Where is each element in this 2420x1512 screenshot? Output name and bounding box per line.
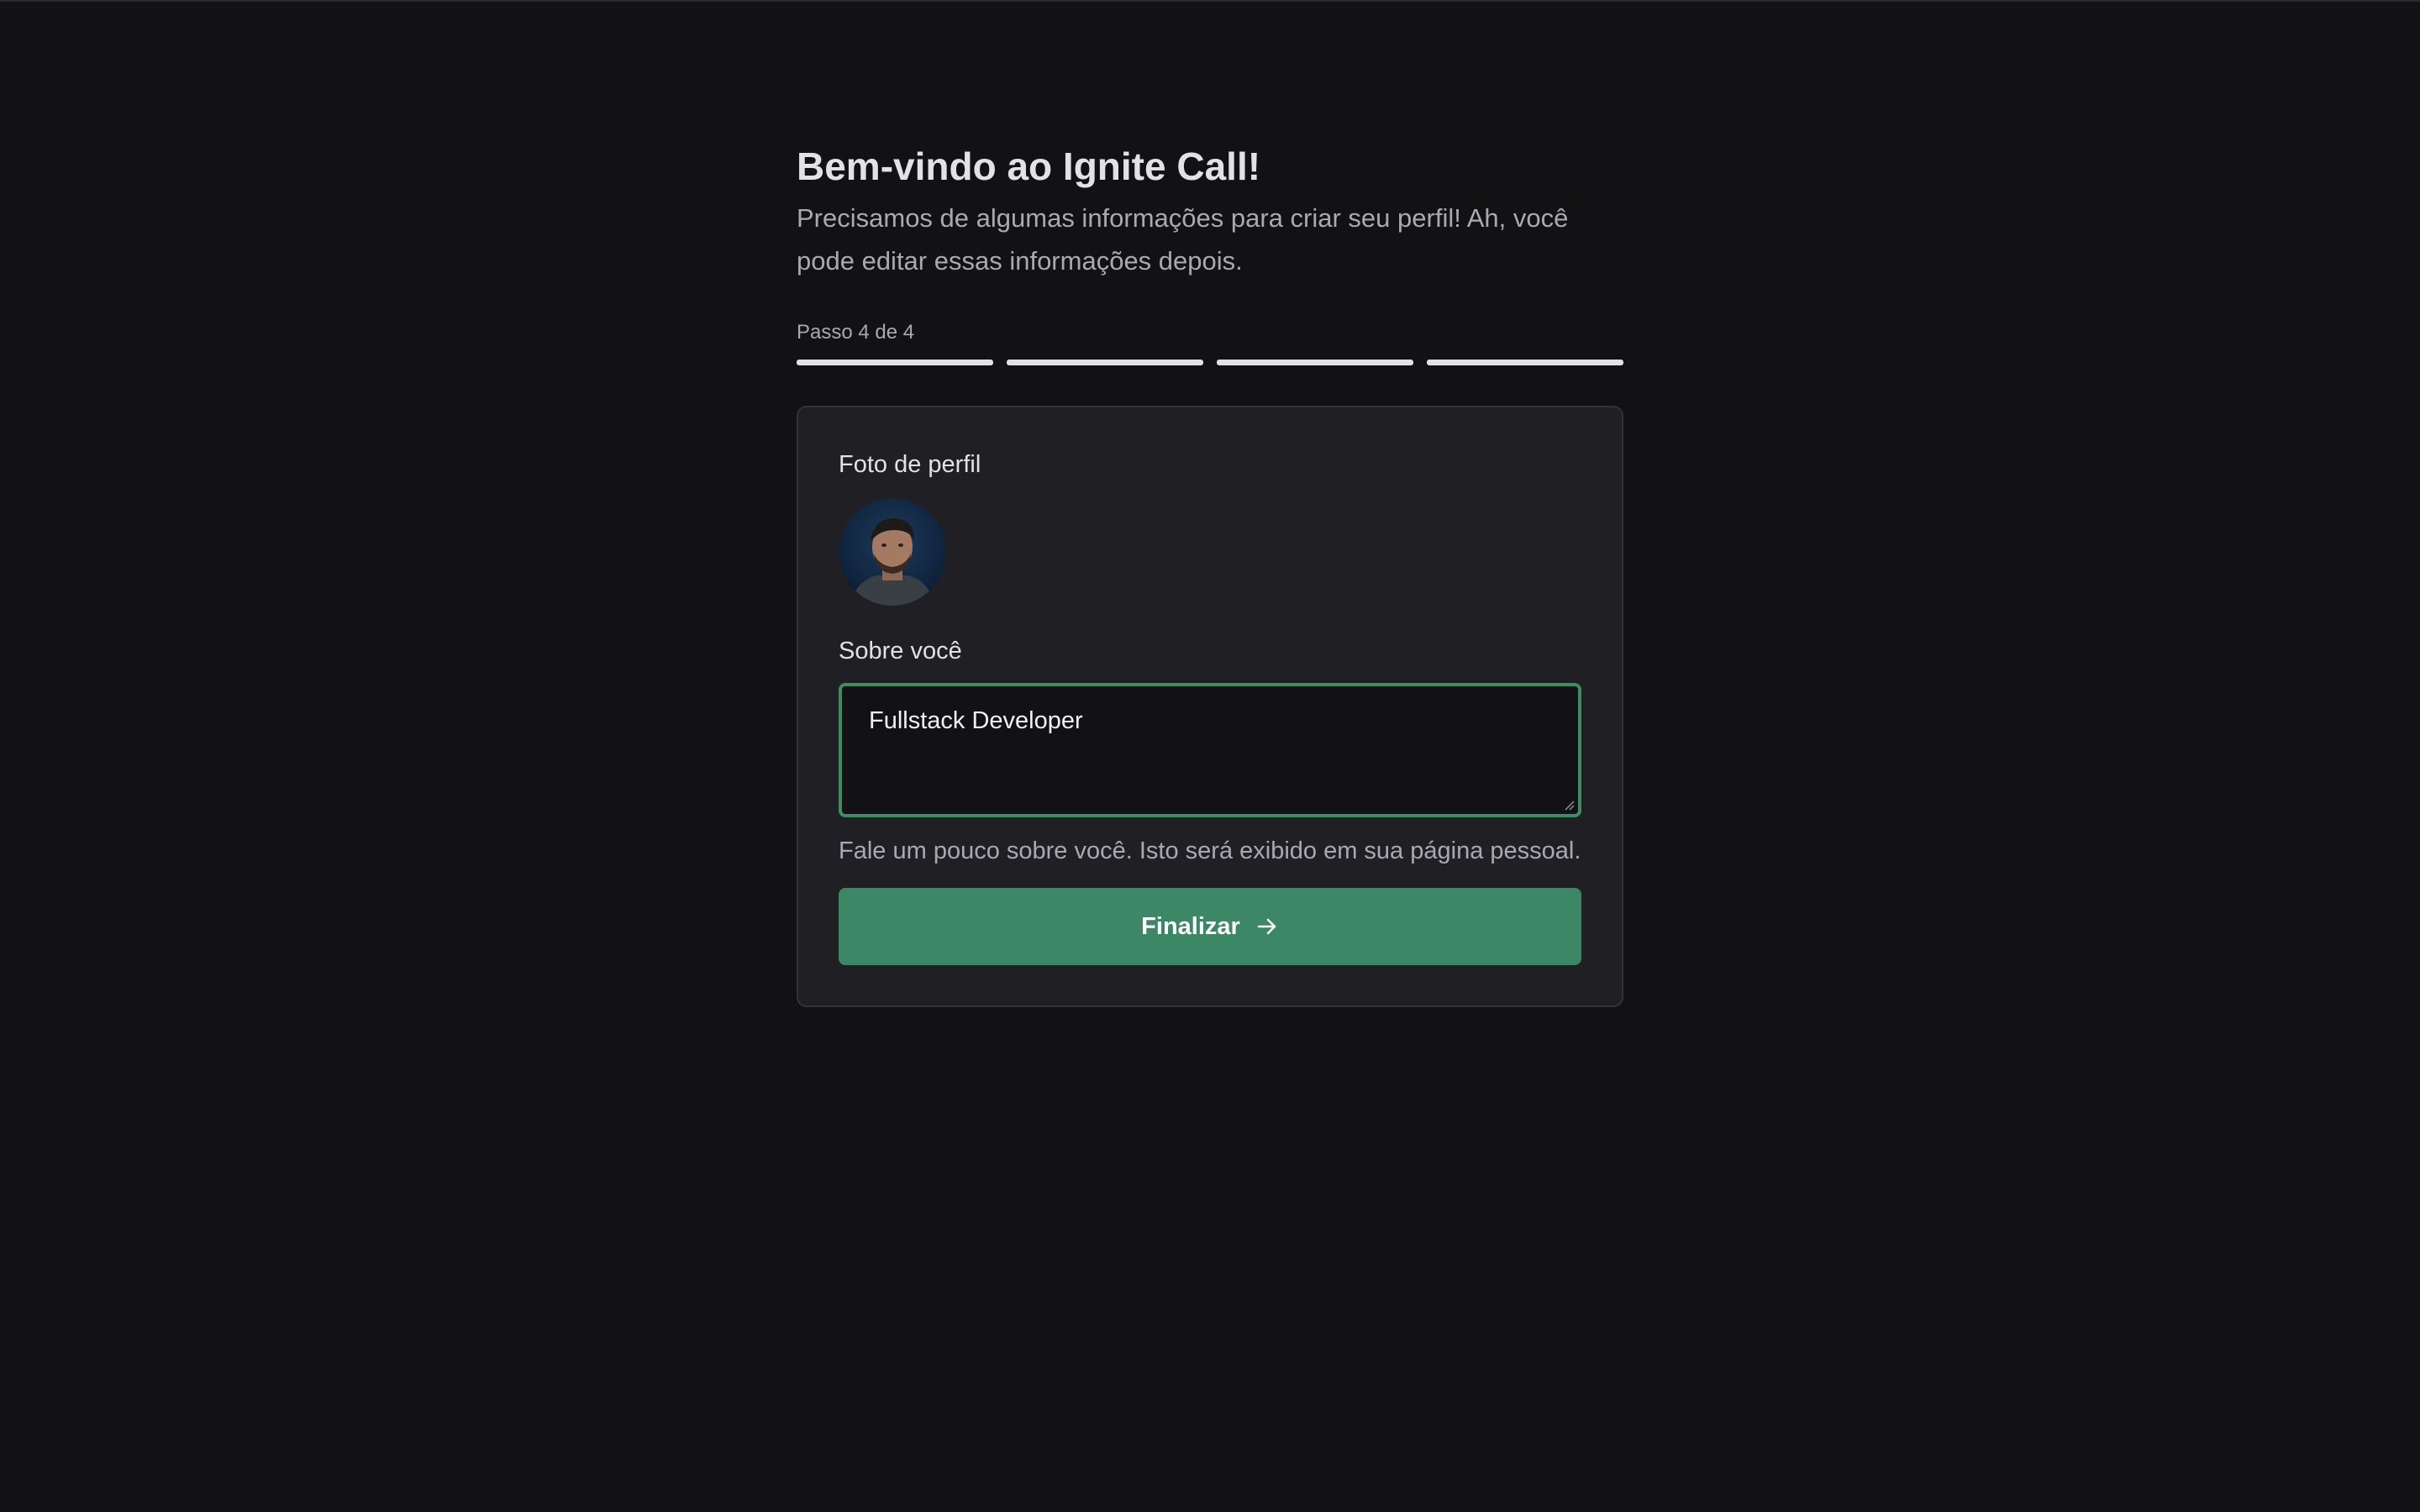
page-title: Bem-vindo ao Ignite Call! — [797, 144, 1261, 188]
about-label: Sobre você — [839, 638, 962, 664]
about-textarea[interactable]: Fullstack Developer — [839, 683, 1581, 817]
progress-step-2 — [1007, 360, 1203, 365]
avatar — [839, 498, 946, 606]
register-container: Bem-vindo ao Ignite Call! Precisamos de … — [797, 139, 1623, 1007]
finish-button[interactable]: Finalizar — [839, 888, 1581, 965]
arrow-right-icon — [1255, 915, 1279, 938]
page-subtitle: Precisamos de algumas informações para c… — [797, 203, 1569, 276]
window-top-edge — [0, 0, 2420, 2]
resize-handle-icon[interactable] — [1563, 799, 1575, 811]
step-indicator-label: Passo 4 de 4 — [797, 321, 915, 344]
finish-button-label: Finalizar — [1141, 912, 1240, 940]
profile-photo-label: Foto de perfil — [839, 451, 981, 478]
about-hint: Fale um pouco sobre você. Isto será exib… — [839, 837, 1581, 864]
about-textarea-value: Fullstack Developer — [869, 707, 1083, 734]
avatar-photo-icon — [839, 498, 946, 606]
profile-form-card: Foto de perfil Sobre você Fullstack Deve… — [797, 406, 1623, 1007]
progress-step-1 — [797, 360, 993, 365]
progress-step-4 — [1427, 360, 1623, 365]
step-progress — [797, 360, 1623, 365]
progress-step-3 — [1217, 360, 1413, 365]
